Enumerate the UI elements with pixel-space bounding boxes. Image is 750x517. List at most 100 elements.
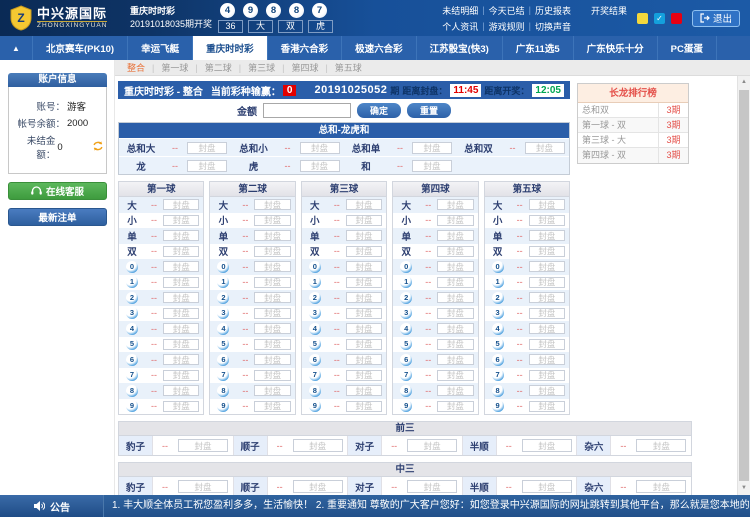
top-link[interactable]: 游戏规则 — [489, 20, 525, 33]
top-link[interactable]: 今天已结 — [489, 4, 525, 17]
nav-tab-8[interactable]: PC蛋蛋 — [658, 36, 717, 60]
bet-amount-input[interactable] — [254, 385, 290, 396]
subtab-1[interactable]: 第一球 — [156, 61, 193, 74]
bet-amount-input[interactable] — [163, 277, 199, 288]
checked-checkbox-icon[interactable]: ✓ — [654, 13, 665, 24]
bet-amount-input[interactable] — [254, 199, 290, 210]
bet-amount-input[interactable] — [346, 215, 382, 226]
yellow-theme-swatch[interactable] — [637, 13, 648, 24]
nav-tab-5[interactable]: 江苏骰宝(快3) — [417, 36, 503, 60]
nav-tab-3[interactable]: 香港六合彩 — [268, 36, 343, 60]
bet-amount-input[interactable] — [437, 385, 473, 396]
nav-tab-2[interactable]: 重庆时时彩 — [193, 36, 268, 60]
bet-amount-input[interactable] — [437, 339, 473, 350]
bet-amount-input[interactable] — [346, 401, 382, 412]
bet-amount-input[interactable] — [254, 323, 290, 334]
bet-amount-input[interactable] — [529, 246, 565, 257]
bet-amount-input[interactable] — [254, 277, 290, 288]
subtab-0[interactable]: 整合 — [122, 61, 150, 74]
announcement-tag[interactable]: 公告 — [0, 495, 104, 517]
red-theme-swatch[interactable] — [671, 13, 682, 24]
bet-amount-input[interactable] — [163, 385, 199, 396]
bet-amount-input[interactable] — [163, 323, 199, 334]
bet-amount-input[interactable] — [437, 246, 473, 257]
bet-amount-input[interactable] — [254, 292, 290, 303]
bet-amount-input[interactable] — [522, 439, 572, 452]
top-link[interactable]: 切换声音 — [535, 20, 571, 33]
vertical-scrollbar[interactable]: ▲ ▼ — [737, 76, 750, 495]
subtab-2[interactable]: 第二球 — [200, 61, 237, 74]
bet-amount-input[interactable] — [346, 354, 382, 365]
top-link[interactable]: 开奖结果 — [591, 4, 627, 17]
bet-amount-input[interactable] — [346, 246, 382, 257]
bet-amount-input[interactable] — [163, 246, 199, 257]
bet-amount-input[interactable] — [529, 277, 565, 288]
refresh-icon[interactable] — [93, 141, 103, 154]
bet-amount-input[interactable] — [346, 292, 382, 303]
bet-amount-input[interactable] — [178, 480, 228, 493]
bet-amount-input[interactable] — [437, 370, 473, 381]
confirm-button[interactable]: 确定 — [357, 103, 401, 118]
top-link[interactable]: 历史报表 — [535, 4, 571, 17]
bet-amount-input[interactable] — [187, 160, 227, 172]
bet-amount-input[interactable] — [412, 160, 452, 172]
bet-amount-input[interactable] — [437, 292, 473, 303]
bet-amount-input[interactable] — [346, 199, 382, 210]
online-service-button[interactable]: 在线客服 — [8, 182, 107, 200]
bet-amount-input[interactable] — [346, 230, 382, 241]
bet-amount-input[interactable] — [163, 261, 199, 272]
bet-amount-input[interactable] — [187, 142, 227, 154]
subtab-3[interactable]: 第三球 — [243, 61, 280, 74]
bet-amount-input[interactable] — [529, 230, 565, 241]
bet-amount-input[interactable] — [437, 401, 473, 412]
bet-amount-input[interactable] — [346, 339, 382, 350]
subtab-4[interactable]: 第四球 — [286, 61, 323, 74]
bet-amount-input[interactable] — [293, 439, 343, 452]
scrollbar-thumb[interactable] — [739, 90, 749, 481]
bet-amount-input[interactable] — [254, 215, 290, 226]
bet-amount-input[interactable] — [254, 230, 290, 241]
bet-amount-input[interactable] — [163, 308, 199, 319]
bet-amount-input[interactable] — [346, 370, 382, 381]
bet-amount-input[interactable] — [636, 439, 686, 452]
bet-amount-input[interactable] — [529, 401, 565, 412]
amount-input[interactable] — [263, 103, 351, 118]
bet-amount-input[interactable] — [346, 308, 382, 319]
bet-amount-input[interactable] — [300, 160, 340, 172]
scroll-down-arrow-icon[interactable]: ▼ — [738, 482, 750, 495]
latest-orders-button[interactable]: 最新注单 — [8, 208, 107, 226]
bet-amount-input[interactable] — [529, 292, 565, 303]
bet-amount-input[interactable] — [437, 354, 473, 365]
bet-amount-input[interactable] — [529, 323, 565, 334]
bet-amount-input[interactable] — [300, 142, 340, 154]
bet-amount-input[interactable] — [636, 480, 686, 493]
bet-amount-input[interactable] — [163, 370, 199, 381]
bet-amount-input[interactable] — [163, 354, 199, 365]
bet-amount-input[interactable] — [529, 261, 565, 272]
bet-amount-input[interactable] — [254, 401, 290, 412]
bet-amount-input[interactable] — [346, 261, 382, 272]
bet-amount-input[interactable] — [254, 354, 290, 365]
logout-button[interactable]: 退出 — [692, 10, 740, 27]
nav-tab-7[interactable]: 广东快乐十分 — [574, 36, 658, 60]
bet-amount-input[interactable] — [346, 385, 382, 396]
bet-amount-input[interactable] — [529, 199, 565, 210]
bet-amount-input[interactable] — [178, 439, 228, 452]
bet-amount-input[interactable] — [437, 215, 473, 226]
top-link[interactable]: 个人资讯 — [442, 20, 478, 33]
bet-amount-input[interactable] — [437, 230, 473, 241]
bet-amount-input[interactable] — [437, 277, 473, 288]
bet-amount-input[interactable] — [522, 480, 572, 493]
bet-amount-input[interactable] — [529, 385, 565, 396]
scroll-up-arrow-icon[interactable]: ▲ — [738, 76, 750, 89]
bet-amount-input[interactable] — [407, 439, 457, 452]
bet-amount-input[interactable] — [254, 261, 290, 272]
top-link[interactable]: 未结明细 — [442, 4, 478, 17]
bet-amount-input[interactable] — [437, 261, 473, 272]
bet-amount-input[interactable] — [254, 246, 290, 257]
bet-amount-input[interactable] — [163, 401, 199, 412]
bet-amount-input[interactable] — [254, 339, 290, 350]
bet-amount-input[interactable] — [254, 308, 290, 319]
bet-amount-input[interactable] — [163, 199, 199, 210]
bet-amount-input[interactable] — [254, 370, 290, 381]
